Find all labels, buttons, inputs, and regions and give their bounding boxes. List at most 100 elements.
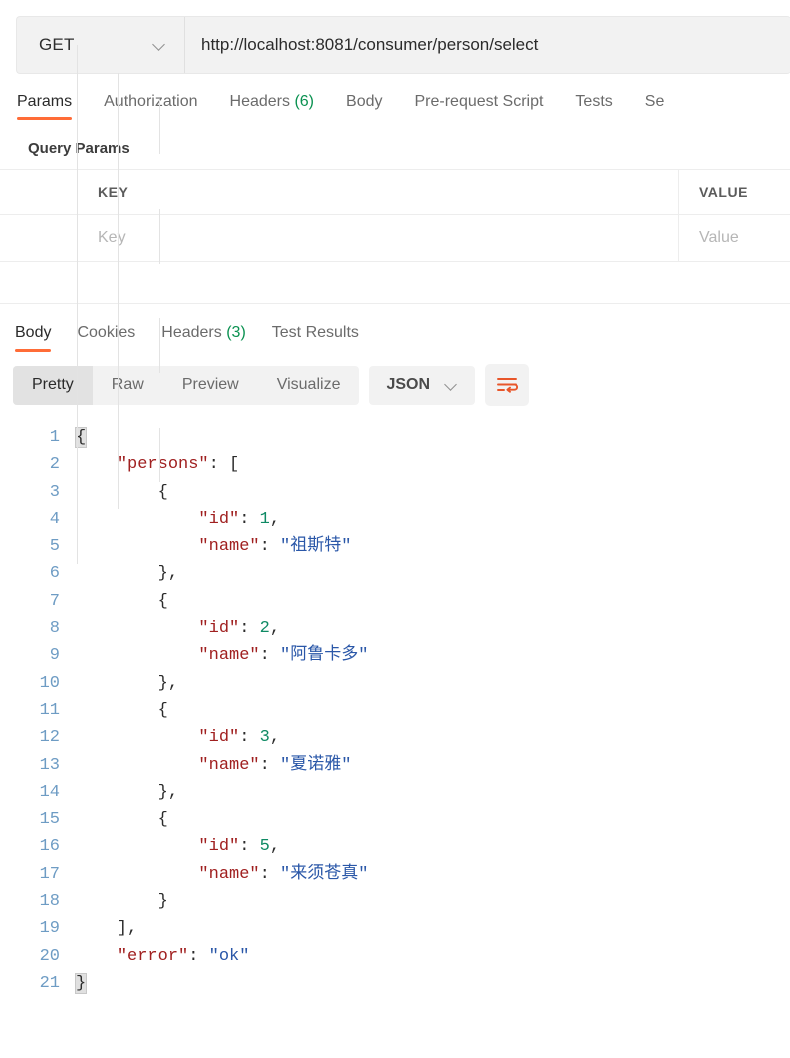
code-line: 14 }, — [0, 779, 790, 806]
tab-params[interactable]: Params — [17, 93, 73, 120]
code-line-text: }, — [76, 670, 790, 697]
line-number: 20 — [39, 946, 60, 966]
response-format-label: JSON — [386, 376, 431, 393]
param-value-input[interactable]: Value — [679, 215, 790, 261]
line-number: 21 — [39, 973, 60, 993]
matching-brace: } — [74, 972, 88, 994]
tab-params-label: Params — [17, 93, 73, 110]
code-line-text: "persons": [ — [76, 451, 790, 478]
code-line-text: "name": "阿鲁卡多" — [76, 642, 790, 669]
code-line-text: "id": 5, — [76, 833, 790, 860]
url-input[interactable]: http://localhost:8081/consumer/person/se… — [185, 17, 790, 73]
code-line-text: { — [76, 479, 790, 506]
http-method-selector[interactable]: GET — [17, 17, 185, 73]
code-token: { — [76, 700, 168, 720]
chevron-down-icon — [154, 39, 166, 51]
code-line: 20 "error": "ok" — [0, 943, 790, 970]
code-line: 4 "id": 1, — [0, 506, 790, 533]
code-token: "祖斯特" — [280, 537, 352, 557]
code-token: } — [76, 892, 168, 912]
code-line: 11 { — [0, 697, 790, 724]
code-token: { — [76, 482, 168, 502]
response-tab-body[interactable]: Body — [15, 324, 52, 352]
code-token: , — [269, 509, 281, 529]
code-token: : — [259, 646, 281, 666]
code-token: 1 — [259, 509, 270, 529]
code-line: 21} — [0, 970, 790, 997]
line-number: 1 — [49, 428, 60, 447]
code-token: "name" — [198, 537, 260, 557]
view-mode-preview[interactable]: Preview — [163, 366, 258, 405]
code-token: : — [259, 755, 281, 775]
code-token: { — [76, 810, 168, 830]
view-mode-raw[interactable]: Raw — [93, 366, 163, 405]
view-mode-visualize[interactable]: Visualize — [258, 366, 360, 405]
code-token: }, — [76, 564, 179, 584]
code-token: "name" — [198, 864, 260, 884]
code-token: "阿鲁卡多" — [280, 646, 369, 666]
code-token: ], — [76, 919, 138, 939]
response-headers-count-badge: (3) — [226, 324, 246, 341]
code-line-text: } — [76, 888, 790, 915]
row-checkbox-cell[interactable] — [0, 215, 78, 261]
code-token: : — [239, 619, 260, 639]
line-number: 11 — [39, 700, 60, 720]
tab-body-label: Body — [346, 93, 383, 110]
code-line: 7 { — [0, 588, 790, 615]
param-key-input[interactable]: Key — [78, 215, 679, 261]
line-number: 9 — [49, 646, 60, 666]
code-token: : — [239, 509, 260, 529]
line-number: 6 — [49, 564, 60, 584]
tab-settings-label: Se — [644, 93, 665, 110]
line-number: 18 — [39, 892, 60, 912]
code-token: 5 — [259, 837, 270, 857]
code-line-text: "error": "ok" — [76, 943, 790, 970]
code-line-text: "name": "来须苍真" — [76, 861, 790, 888]
tab-settings[interactable]: Se — [645, 93, 665, 120]
code-token: "夏诺雅" — [280, 755, 352, 775]
code-line-text: }, — [76, 560, 790, 587]
response-tab-cookies[interactable]: Cookies — [77, 324, 135, 352]
code-token: "id" — [198, 509, 240, 529]
code-line-text: "name": "祖斯特" — [76, 533, 790, 560]
code-line-text: "id": 1, — [76, 506, 790, 533]
code-token: : — [188, 946, 209, 966]
code-token: : — [259, 537, 281, 557]
tab-pre-request-script[interactable]: Pre-request Script — [414, 93, 543, 120]
code-token: 2 — [259, 619, 270, 639]
code-line-text: "id": 2, — [76, 615, 790, 642]
view-mode-pretty[interactable]: Pretty — [13, 365, 93, 405]
code-line: 19 ], — [0, 915, 790, 942]
line-number: 7 — [49, 591, 60, 611]
response-format-selector[interactable]: JSON — [369, 365, 476, 405]
tab-pre-request-script-label: Pre-request Script — [414, 93, 544, 110]
code-line-text: "id": 3, — [76, 724, 790, 751]
response-tab-test-results[interactable]: Test Results — [272, 324, 359, 352]
tab-tests[interactable]: Tests — [575, 93, 612, 120]
code-line: 9 "name": "阿鲁卡多" — [0, 642, 790, 669]
column-header-value: VALUE — [699, 184, 748, 200]
postman-request-response-pane: GET http://localhost:8081/consumer/perso… — [0, 0, 790, 1058]
url-bar-container: GET http://localhost:8081/consumer/perso… — [0, 0, 790, 74]
code-line: 13 "name": "夏诺雅" — [0, 752, 790, 779]
code-token: "error" — [116, 946, 189, 966]
code-line: 18 } — [0, 888, 790, 915]
code-token: { — [76, 591, 168, 611]
line-number: 10 — [39, 673, 60, 693]
url-bar: GET http://localhost:8081/consumer/perso… — [16, 16, 790, 74]
tab-body[interactable]: Body — [346, 93, 382, 120]
code-token: "id" — [198, 837, 240, 857]
response-tab-headers[interactable]: Headers (3) — [161, 324, 246, 352]
line-number: 4 — [49, 509, 60, 529]
tab-headers[interactable]: Headers (6) — [230, 93, 315, 120]
word-wrap-icon — [497, 378, 519, 393]
response-tab-headers-label: Headers — [161, 324, 222, 341]
code-token: : [ — [208, 455, 240, 475]
line-number: 3 — [49, 482, 60, 502]
word-wrap-button[interactable] — [485, 364, 530, 406]
